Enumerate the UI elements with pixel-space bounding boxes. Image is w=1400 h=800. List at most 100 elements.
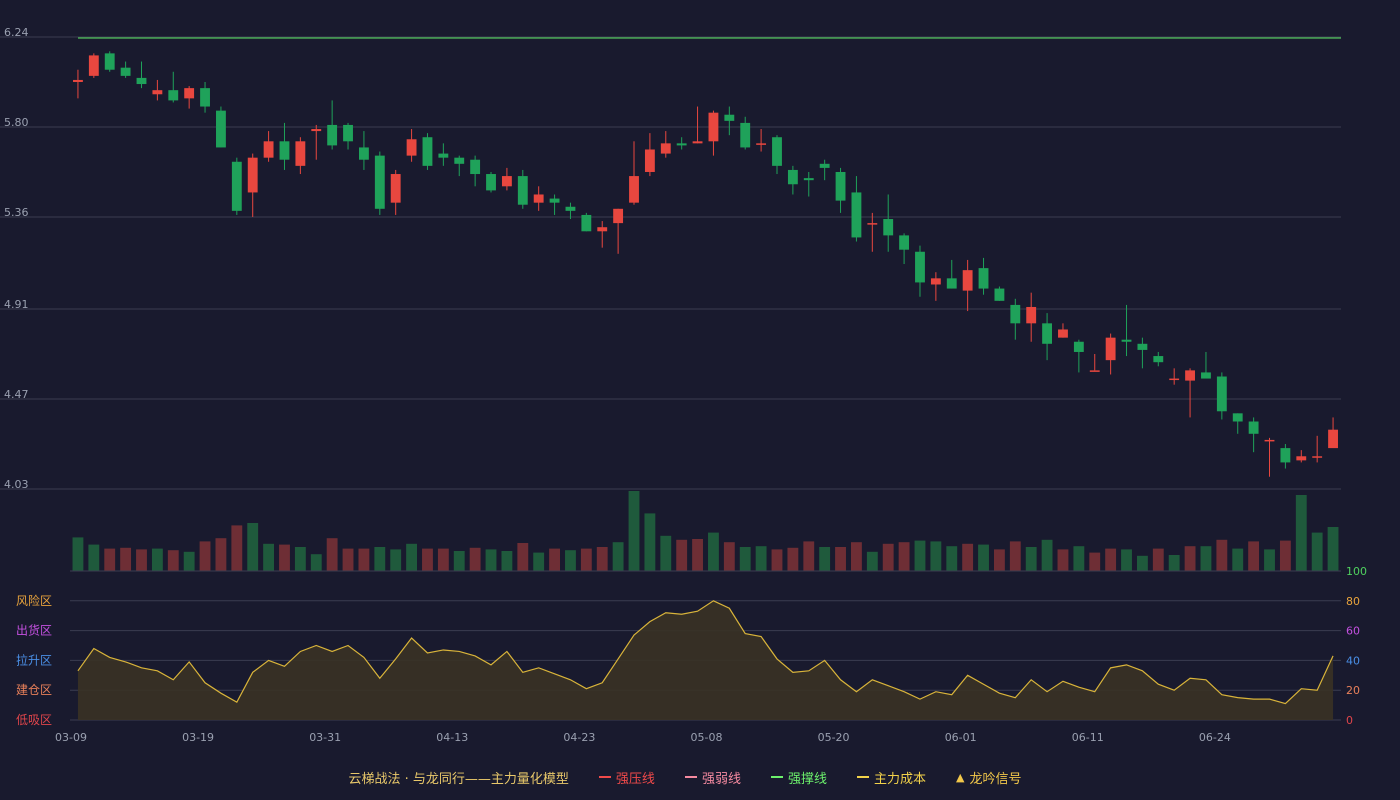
volume-bar (787, 547, 799, 571)
legend-label-dragon-signal: 龙吟信号 (969, 771, 1022, 787)
volume-bar (326, 538, 338, 571)
volume-bar (120, 547, 132, 571)
volume-bar (485, 549, 497, 571)
candle-body (978, 268, 989, 289)
candle-body (104, 53, 115, 70)
candle-body (501, 176, 512, 187)
x-tick-label: 05-20 (818, 731, 850, 744)
candle-body (88, 55, 99, 76)
zone-label: 低吸区 (16, 713, 52, 727)
candle-body (136, 77, 147, 85)
candle-body (915, 251, 925, 283)
x-tick-label: 06-24 (1199, 731, 1231, 744)
volume-bar (882, 543, 894, 571)
volume-bar (930, 541, 942, 571)
candle-body (660, 143, 671, 154)
volume-bar (1089, 552, 1101, 571)
candle-body (549, 198, 560, 203)
volume-bar (1184, 546, 1196, 571)
candle-body (327, 124, 338, 146)
volume-bar (342, 548, 354, 571)
volume-bar (72, 537, 84, 571)
volume-bar (437, 548, 449, 571)
candle-body (613, 208, 624, 224)
volume-bar (151, 548, 163, 571)
candle-body (1105, 337, 1116, 361)
volume-bar (692, 539, 703, 571)
candle-body (1185, 370, 1195, 381)
volume-bar (1216, 539, 1228, 571)
volume-bar (310, 554, 322, 571)
volume-bar (676, 539, 688, 571)
candle-body (200, 88, 210, 107)
candle-body (629, 176, 639, 203)
candle-body (867, 223, 878, 225)
volume-bar (1279, 540, 1291, 571)
candle-body (311, 129, 322, 132)
volume-bar (422, 548, 433, 571)
volume-bar (660, 535, 672, 571)
candle-body (1010, 304, 1021, 324)
x-tick-label: 06-01 (945, 731, 977, 744)
volume-bar (469, 547, 481, 571)
legend-label-strong-support: 强撑线 (787, 771, 827, 787)
x-tick-label: 03-31 (309, 731, 341, 744)
volume-bar (1009, 541, 1021, 571)
indicator-tick-label: 0 (1346, 714, 1353, 727)
candle-body (565, 206, 576, 211)
volume-bar (247, 523, 259, 571)
volume-bar (215, 538, 227, 571)
volume-bar (199, 541, 211, 571)
volume-bar (263, 543, 275, 571)
candle-body (438, 153, 449, 158)
triangle-up-icon: ▲ (955, 770, 965, 784)
candle-body (803, 178, 814, 181)
volume-bar (914, 540, 926, 571)
volume-bar (565, 550, 576, 571)
candle-body (358, 147, 369, 160)
volume-bar (1041, 539, 1053, 571)
volume-bar (517, 543, 529, 571)
legend-item-strong-pressure[interactable]: 强压线 (598, 768, 655, 787)
volume-bar (294, 547, 306, 571)
indicator-tick-label: 20 (1346, 684, 1360, 697)
candle-body (581, 214, 592, 232)
volume-bar (771, 549, 783, 571)
volume-bar (1232, 548, 1244, 571)
volume-bar (596, 547, 608, 571)
volume-bar (1105, 548, 1117, 571)
volume-bar (803, 541, 815, 571)
candle-body (724, 114, 735, 121)
legend-item-dragon-signal[interactable]: ▲ 龙吟信号 (956, 768, 1021, 787)
volume-bar (755, 546, 767, 571)
candle-body (184, 88, 195, 99)
volume-bar (104, 548, 116, 571)
candle-body (247, 157, 258, 193)
candle-body (231, 161, 242, 211)
volume-bar (708, 532, 719, 571)
price-tick-label: 6.24 (4, 26, 29, 39)
candle-body (454, 157, 465, 164)
candle-body (1312, 456, 1323, 458)
volume-bar (946, 546, 958, 571)
price-tick-label: 4.03 (4, 478, 29, 491)
volume-bar (1168, 555, 1180, 571)
zone-label: 出货区 (16, 623, 52, 638)
volume-bar (1311, 532, 1323, 571)
legend-item-strong-support[interactable]: 强撑线 (770, 768, 827, 787)
candle-body (819, 163, 830, 168)
candle-body (1232, 413, 1243, 422)
candle-body (1248, 421, 1259, 434)
legend-item-strength-line[interactable]: 强弱线 (684, 768, 741, 787)
legend-item-main-cost[interactable]: 主力成本 (856, 768, 926, 787)
volume-bar (533, 552, 545, 571)
legend-label-strong-pressure: 强压线 (615, 771, 655, 787)
candle-body (962, 270, 973, 291)
candle-body (835, 171, 846, 201)
candle-body (73, 79, 83, 82)
zone-label: 风险区 (16, 593, 52, 608)
candle-body (1280, 448, 1291, 463)
volume-bar (406, 543, 418, 571)
x-tick-label: 05-08 (691, 731, 723, 744)
candlestick-chart: 6.24 5.80 5.36 4.91 4.47 4.03 100 80 60 40 20 0 风险区出… (0, 26, 1367, 744)
